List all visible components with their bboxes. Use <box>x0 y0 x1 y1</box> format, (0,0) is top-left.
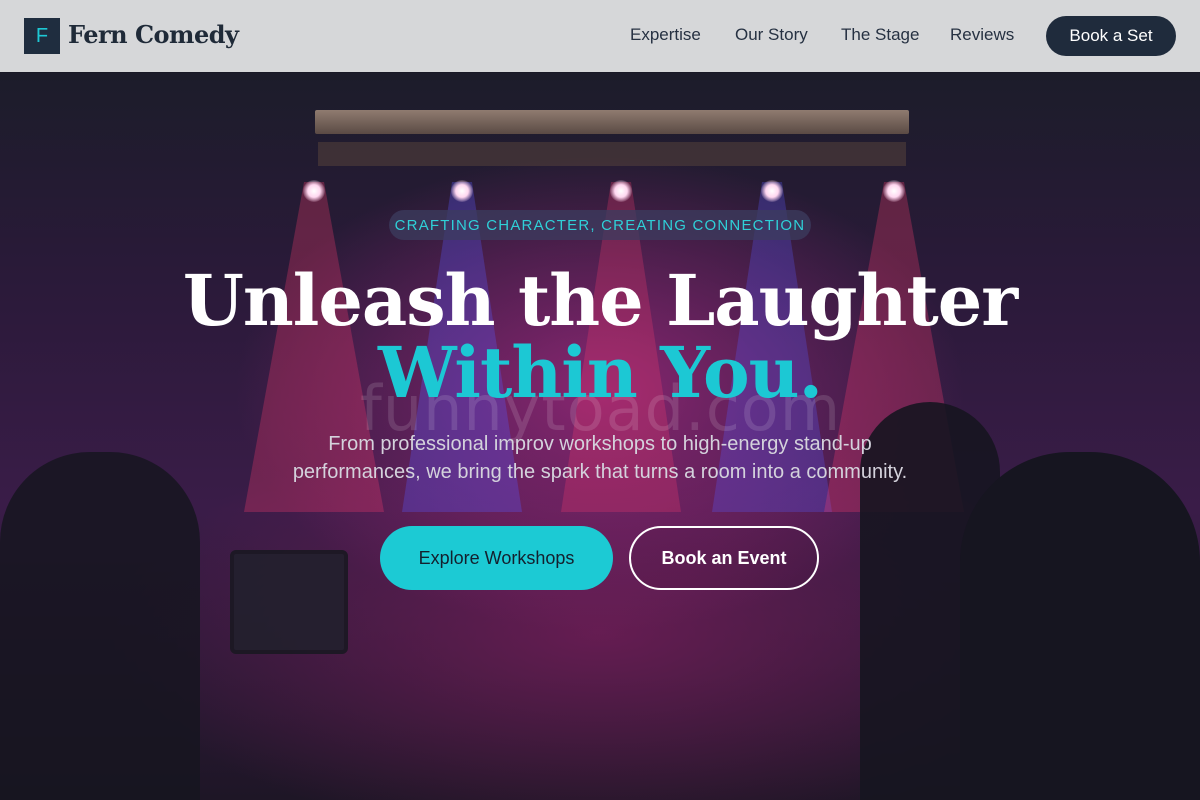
logo-icon[interactable]: F <box>24 18 60 54</box>
book-a-set-button[interactable]: Book a Set <box>1046 16 1176 56</box>
book-an-event-button[interactable]: Book an Event <box>629 526 819 590</box>
hero-title-accent: Within You. <box>378 331 823 414</box>
brand-name[interactable]: Fern Comedy <box>68 20 239 49</box>
nav-link-the-stage[interactable]: The Stage <box>841 25 919 45</box>
stage-truss <box>315 110 909 134</box>
nav-link-expertise[interactable]: Expertise <box>630 25 701 45</box>
hero-title: Unleash the Laughter <box>182 259 1018 342</box>
stage-truss-shadow <box>318 142 906 166</box>
explore-workshops-button[interactable]: Explore Workshops <box>380 526 613 590</box>
stage-light-icon <box>451 180 473 202</box>
hero-subtitle-line: performances, we bring the spark that tu… <box>292 461 908 483</box>
hero-section: funnytoad.com CRAFTING CHARACTER, CREATI… <box>0 72 1200 800</box>
stage-light-icon <box>761 180 783 202</box>
audience-chair <box>230 550 348 654</box>
stage-light-icon <box>883 180 905 202</box>
nav-link-our-story[interactable]: Our Story <box>735 25 808 45</box>
stage-light-icon <box>610 180 632 202</box>
nav-link-reviews[interactable]: Reviews <box>950 25 1014 45</box>
top-navigation: F Fern Comedy Expertise Our Story The St… <box>0 0 1200 72</box>
hero-tagline-badge: CRAFTING CHARACTER, CREATING CONNECTION <box>389 210 811 240</box>
stage-light-icon <box>303 180 325 202</box>
hero-subtitle-line: From professional improv workshops to hi… <box>328 433 872 455</box>
hero-subtitle: From professional improv workshops to hi… <box>250 430 950 486</box>
audience-silhouette <box>0 452 200 800</box>
audience-silhouette <box>960 452 1200 800</box>
